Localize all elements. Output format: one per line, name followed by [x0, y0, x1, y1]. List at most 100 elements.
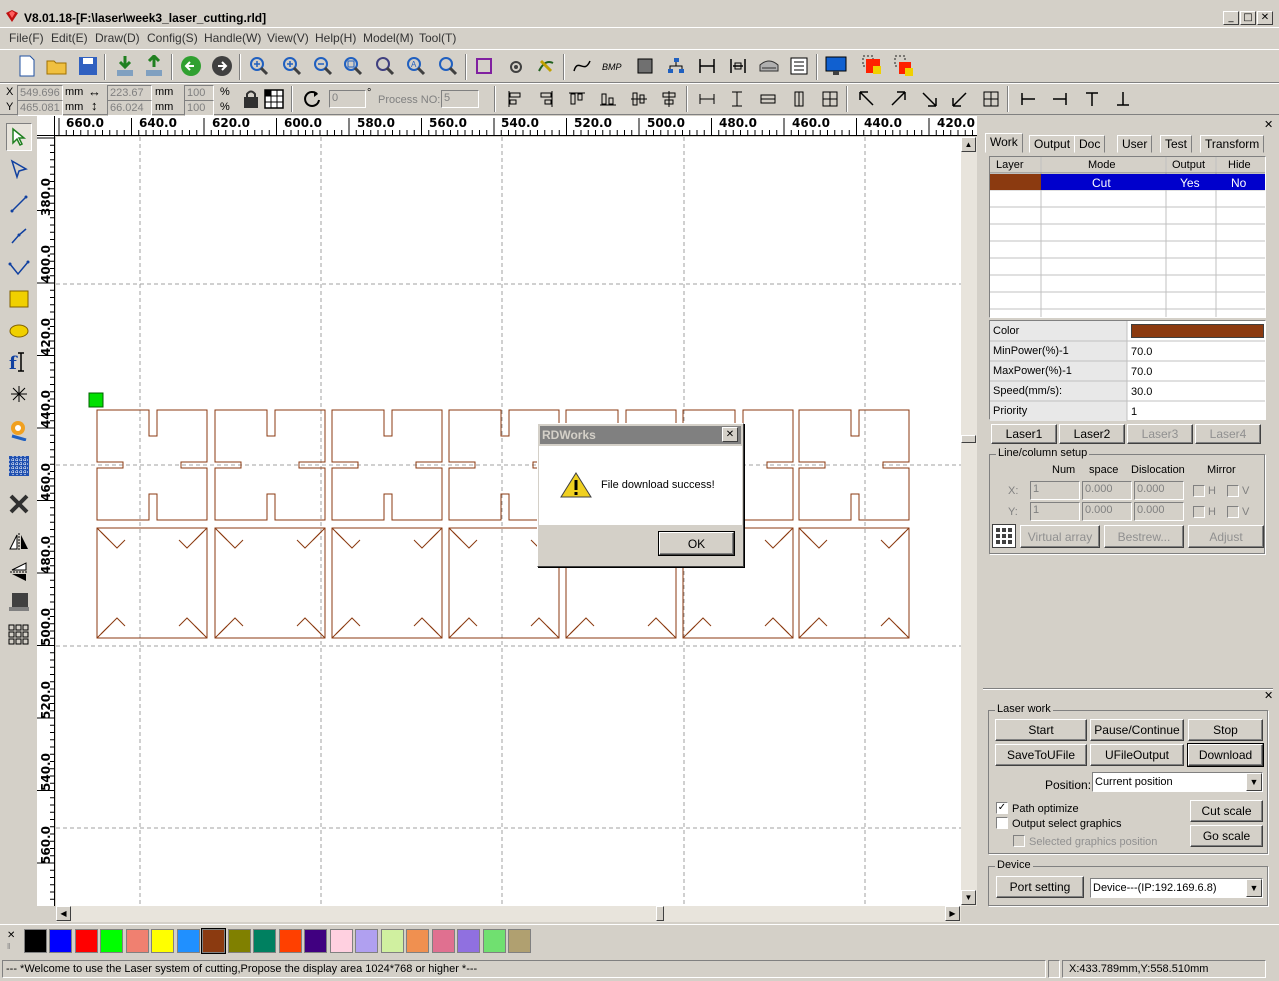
export-icon[interactable]: [141, 53, 167, 79]
palette-swatch-9[interactable]: [253, 929, 276, 953]
move-right-icon[interactable]: [1047, 86, 1073, 112]
path-optimize-checkbox[interactable]: ✓: [996, 802, 1008, 814]
move-bottom-right-icon[interactable]: [916, 86, 942, 112]
grid-array-icon[interactable]: [6, 452, 32, 480]
move-center-icon[interactable]: [978, 86, 1004, 112]
x-mirror-v-checkbox[interactable]: [1227, 485, 1239, 497]
delete-icon[interactable]: [6, 490, 32, 518]
smooth-icon[interactable]: [533, 53, 559, 79]
distance-icon[interactable]: [694, 53, 720, 79]
palette-swatch-1[interactable]: [49, 929, 72, 953]
palette-swatch-11[interactable]: [304, 929, 327, 953]
tab-output[interactable]: Output: [1029, 135, 1076, 153]
rotate-field[interactable]: 0: [329, 90, 366, 108]
laser2-button[interactable]: Laser2: [1059, 424, 1125, 444]
selected-position-checkbox[interactable]: [1013, 835, 1025, 847]
cut-scale-button[interactable]: Cut scale: [1190, 800, 1263, 822]
move-left-icon[interactable]: [1015, 86, 1041, 112]
zoom-window-icon[interactable]: [340, 53, 366, 79]
undo-icon[interactable]: [178, 53, 204, 79]
same-size-icon[interactable]: [817, 86, 843, 112]
move-top-right-icon[interactable]: [885, 86, 911, 112]
bestrew-button[interactable]: Bestrew...: [1104, 525, 1184, 548]
palette-swatch-16[interactable]: [432, 929, 455, 953]
width-field[interactable]: 223.67: [107, 85, 152, 101]
menu-tool[interactable]: Tool(T): [419, 31, 456, 45]
palette-swatch-5[interactable]: [151, 929, 174, 953]
x-mirror-h-checkbox[interactable]: [1193, 485, 1205, 497]
align-hcenter-icon[interactable]: [626, 86, 652, 112]
curve-icon[interactable]: [569, 53, 595, 79]
layer-output-cell[interactable]: Yes: [1180, 176, 1200, 190]
bmp-icon[interactable]: BMP: [600, 53, 626, 79]
panel-splitter[interactable]: [983, 688, 1273, 690]
line-icon[interactable]: [6, 190, 32, 218]
device-select[interactable]: Device---(IP:192.169.6.8) ▼: [1090, 878, 1263, 898]
move-up-icon[interactable]: [1079, 86, 1105, 112]
align-bottom-icon[interactable]: [595, 86, 621, 112]
x-dislocation-field[interactable]: 0.000: [1134, 481, 1184, 500]
zoom-in-icon[interactable]: [279, 53, 305, 79]
open-folder-icon[interactable]: [44, 53, 70, 79]
select-arrow-icon[interactable]: [6, 123, 32, 151]
scroll-thumb-vertical[interactable]: [961, 435, 976, 443]
chevron-down-icon[interactable]: ▼: [1246, 879, 1262, 897]
menu-draw[interactable]: Draw(D): [95, 31, 140, 45]
redo-icon[interactable]: [209, 53, 235, 79]
height-field[interactable]: 66.024: [107, 100, 152, 116]
download-button[interactable]: Download: [1187, 743, 1264, 767]
menu-help[interactable]: Help(H): [315, 31, 356, 45]
ellipse-icon[interactable]: [6, 317, 32, 345]
move-top-left-icon[interactable]: [854, 86, 880, 112]
palette-grip-icon[interactable]: ‖: [7, 942, 10, 951]
scroll-right-icon[interactable]: ▶: [945, 906, 960, 921]
palette-swatch-8[interactable]: [228, 929, 251, 953]
select-rect-icon[interactable]: [471, 53, 497, 79]
palette-close-icon[interactable]: ✕: [7, 930, 15, 941]
close-button[interactable]: ✕: [1257, 11, 1273, 25]
tab-work[interactable]: Work: [985, 133, 1023, 153]
array-layout-icon[interactable]: [992, 524, 1016, 548]
move-bottom-left-icon[interactable]: [947, 86, 973, 112]
dialog-close-icon[interactable]: ✕: [722, 427, 738, 442]
tree-icon[interactable]: [663, 53, 689, 79]
palette-swatch-14[interactable]: [381, 929, 404, 953]
scroll-down-icon[interactable]: ▼: [961, 890, 976, 905]
text-icon[interactable]: f: [6, 348, 32, 376]
menu-model[interactable]: Model(M): [363, 31, 414, 45]
adjust-button[interactable]: Adjust: [1188, 525, 1264, 548]
palette-swatch-10[interactable]: [279, 929, 302, 953]
minimize-button[interactable]: _: [1223, 11, 1239, 25]
layer-hide-cell[interactable]: No: [1231, 176, 1246, 190]
x-num-field[interactable]: 1: [1030, 481, 1080, 500]
layer-color-field[interactable]: [1131, 324, 1264, 338]
palette-swatch-18[interactable]: [483, 929, 506, 953]
drawing-canvas[interactable]: [56, 137, 961, 906]
y-position-field[interactable]: 465.081: [17, 100, 63, 116]
tab-test[interactable]: Test: [1160, 135, 1193, 153]
scroll-thumb-horizontal[interactable]: [656, 906, 664, 921]
menu-handle[interactable]: Handle(W): [204, 31, 261, 45]
zoom-all-icon[interactable]: [372, 53, 398, 79]
laser3-button[interactable]: Laser3: [1127, 424, 1193, 444]
align-vcenter-icon[interactable]: [656, 86, 682, 112]
ufile-output-button[interactable]: UFileOutput: [1090, 744, 1184, 766]
same-width-icon[interactable]: [694, 86, 720, 112]
same-height-icon[interactable]: [724, 86, 750, 112]
y-dislocation-field[interactable]: 0.000: [1134, 502, 1184, 521]
new-file-icon[interactable]: [14, 53, 40, 79]
rectangle-icon[interactable]: [6, 285, 32, 313]
port-setting-button[interactable]: Port setting: [996, 876, 1084, 898]
laser-work-close-icon[interactable]: ✕: [1264, 689, 1273, 702]
bitmap-icon[interactable]: [632, 53, 658, 79]
same-size-h-icon[interactable]: [755, 86, 781, 112]
palette-swatch-19[interactable]: [508, 929, 531, 953]
polyline-icon[interactable]: [6, 222, 32, 250]
array-select-icon[interactable]: [860, 53, 886, 79]
spacing-icon[interactable]: [725, 53, 751, 79]
palette-swatch-12[interactable]: [330, 929, 353, 953]
scroll-up-icon[interactable]: ▲: [961, 137, 976, 152]
align-left-icon[interactable]: [502, 86, 528, 112]
start-button[interactable]: Start: [995, 719, 1087, 741]
canvas-vertical-scrollbar[interactable]: ▲ ▼: [961, 137, 977, 906]
